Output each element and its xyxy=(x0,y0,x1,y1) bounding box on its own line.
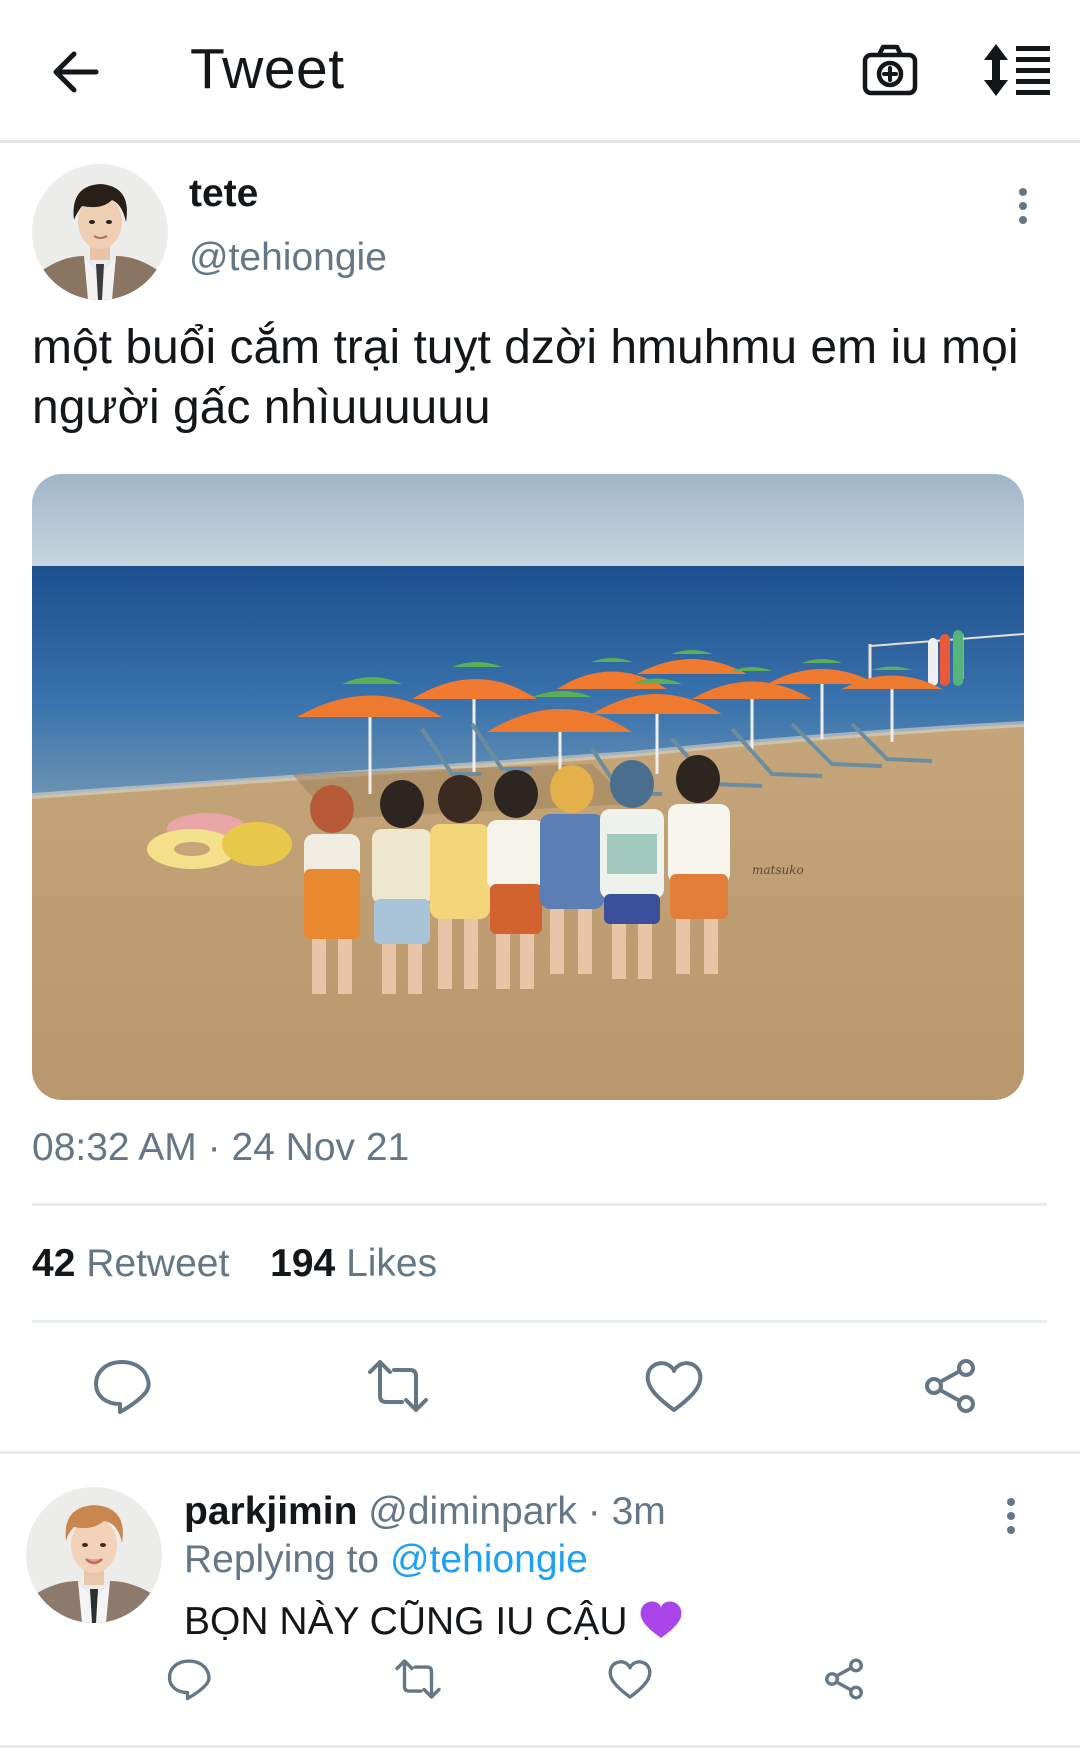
tweet-timestamp: 08:32 AM · 24 Nov 21 xyxy=(32,1126,410,1169)
back-button[interactable] xyxy=(44,42,104,102)
tweet-date: 24 Nov 21 xyxy=(231,1126,410,1169)
replying-to-line: Replying to @tehiongie xyxy=(184,1538,588,1582)
reply-section-divider xyxy=(0,1451,1080,1454)
reply-retweet-button[interactable] xyxy=(394,1655,442,1703)
reply-like-button[interactable] xyxy=(606,1655,654,1703)
camera-plus-icon xyxy=(862,44,918,96)
replying-to-mention[interactable]: @tehiongie xyxy=(390,1538,588,1581)
tweet-media-image[interactable]: matsuko xyxy=(32,474,1024,1100)
retweet-button[interactable] xyxy=(366,1354,430,1418)
retweet-count-link[interactable]: 42 Retweet xyxy=(32,1242,229,1286)
likes-label: Likes xyxy=(346,1242,438,1285)
heart-icon xyxy=(608,1660,652,1699)
arrow-left-icon xyxy=(53,51,99,93)
reply-text: BỌN NÀY CŨNG IU CẬU xyxy=(184,1598,684,1650)
retweet-icon xyxy=(368,1360,428,1412)
top-app-bar: Tweet xyxy=(0,0,1080,143)
reply-header: parkjimin @diminpark · 3m xyxy=(184,1490,666,1534)
camera-button[interactable] xyxy=(860,40,920,100)
stats-divider-top xyxy=(32,1203,1047,1206)
reply-text-body: BỌN NÀY CŨNG IU CẬU xyxy=(184,1600,628,1643)
bottom-divider xyxy=(0,1745,1080,1748)
share-icon xyxy=(925,1359,975,1413)
heart-icon xyxy=(645,1361,703,1412)
purple-heart-emoji xyxy=(638,1598,684,1650)
reply-more-button[interactable] xyxy=(996,1496,1026,1540)
more-vertical-icon xyxy=(1007,1498,1015,1534)
tweet-text: một buổi cắm trại tuỵt dzời hmuhmu em iu… xyxy=(32,321,1019,434)
tweet-stats: 42 Retweet 194 Likes xyxy=(32,1242,467,1286)
author-handle[interactable]: @tehiongie xyxy=(189,236,387,280)
page-title: Tweet xyxy=(190,37,345,101)
tweet-time: 08:32 AM xyxy=(32,1126,197,1169)
comment-icon xyxy=(167,1659,211,1701)
likes-count: 194 xyxy=(270,1242,336,1285)
retweet-label: Retweet xyxy=(86,1242,230,1285)
comment-icon xyxy=(94,1360,151,1414)
author-display-name[interactable]: tete xyxy=(189,172,258,216)
likes-count-link[interactable]: 194 Likes xyxy=(270,1242,437,1286)
retweet-count: 42 xyxy=(32,1242,76,1285)
tweet-more-button[interactable] xyxy=(1008,186,1038,230)
retweet-icon xyxy=(395,1659,441,1699)
like-button[interactable] xyxy=(642,1354,706,1418)
photo-watermark: matsuko xyxy=(752,863,804,877)
sort-button[interactable] xyxy=(982,40,1052,100)
reply-separator: · xyxy=(587,1490,601,1533)
more-vertical-icon xyxy=(1019,188,1027,224)
reply-author-avatar[interactable] xyxy=(26,1487,162,1623)
reply-share-button[interactable] xyxy=(820,1655,868,1703)
stats-divider-bottom xyxy=(32,1320,1047,1323)
beach-photo: matsuko xyxy=(32,474,1024,1100)
reply-display-name[interactable]: parkjimin xyxy=(184,1490,357,1533)
replying-to-prefix: Replying to xyxy=(184,1538,380,1581)
reply-time: 3m xyxy=(611,1490,666,1533)
sort-list-icon xyxy=(984,44,1050,96)
author-avatar[interactable] xyxy=(32,164,168,300)
reply-button[interactable] xyxy=(90,1354,154,1418)
share-button[interactable] xyxy=(918,1354,982,1418)
share-icon xyxy=(825,1658,863,1700)
reply-reply-button[interactable] xyxy=(165,1655,213,1703)
tweet-detail-screen: Tweet tete @tehiongie một buổi cắm trại … xyxy=(0,0,1080,1759)
reply-handle[interactable]: @diminpark xyxy=(368,1490,577,1533)
